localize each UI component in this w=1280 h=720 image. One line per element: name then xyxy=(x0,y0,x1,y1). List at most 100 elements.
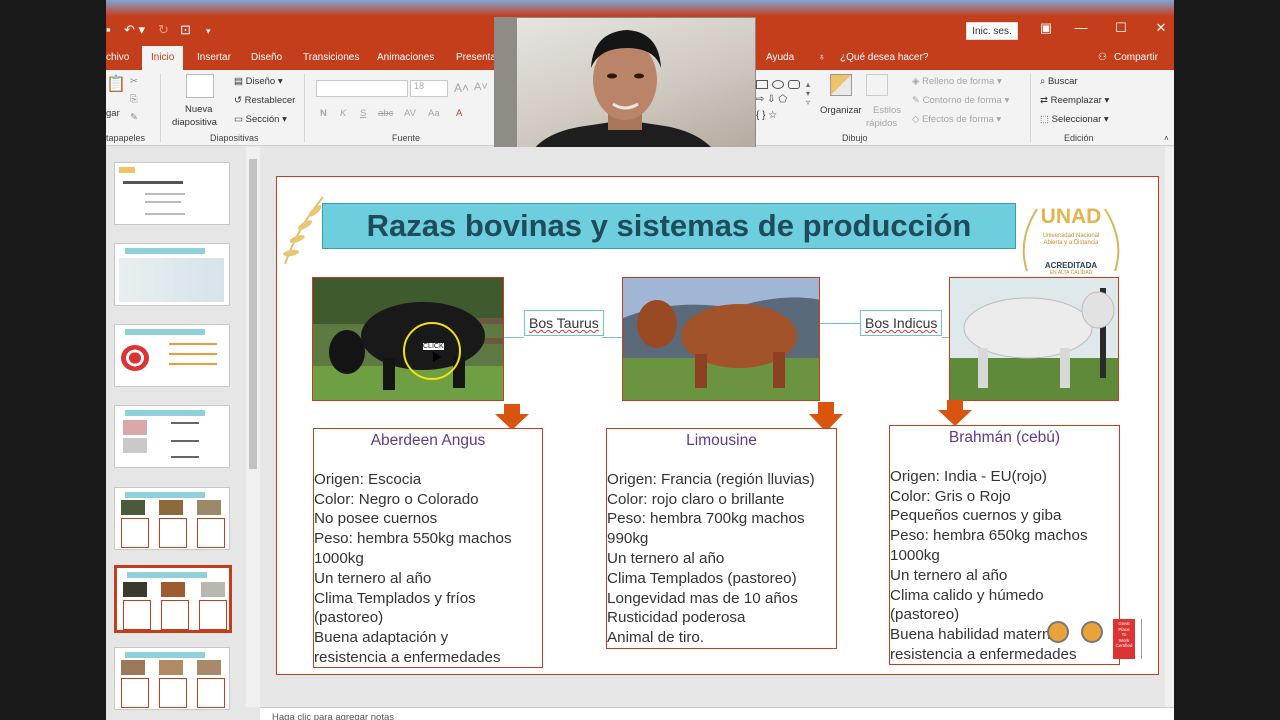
scrollbar-thumb[interactable] xyxy=(249,159,257,469)
thumbnail-title-bar xyxy=(125,329,205,335)
tab-insert[interactable]: Insertar xyxy=(197,46,231,70)
card-line: 1000kg xyxy=(890,546,940,564)
slide-thumbnail[interactable] xyxy=(114,243,230,306)
find-button[interactable]: ⌕ Buscar xyxy=(1040,76,1078,87)
tab-slideshow[interactable]: Presenta xyxy=(456,46,496,70)
undo-icon[interactable]: ↶ ▾ xyxy=(124,22,145,38)
slide-scrollbar[interactable] xyxy=(1165,147,1174,707)
arrange-button[interactable]: Organizar xyxy=(820,105,862,116)
thumbnail-line xyxy=(145,193,185,195)
photo-limousine[interactable] xyxy=(622,277,820,401)
label-bos-indicus-text: Bos Indicus xyxy=(865,315,938,331)
gptw-text: Certified xyxy=(1115,643,1133,649)
new-slide-icon[interactable] xyxy=(186,74,214,98)
minimize-icon[interactable]: — xyxy=(1066,20,1096,35)
shapes-more-icon[interactable]: ▴ ▾ ▿ xyxy=(806,80,810,107)
arrow-shapes-icon[interactable]: ⇨ ⇩ ⬠ xyxy=(756,94,787,105)
tell-me-input[interactable]: ¿Qué desea hacer? xyxy=(840,46,928,70)
reset-button[interactable]: ↺ Restablecer xyxy=(234,95,295,106)
layout-button[interactable]: ▤ Diseño ▾ xyxy=(234,76,283,87)
strikethrough-button[interactable]: abc xyxy=(378,108,393,119)
present-icon[interactable]: ⊡ xyxy=(180,22,191,38)
separator xyxy=(160,74,161,142)
card-line: Clima Templados (pastoreo) xyxy=(607,569,797,587)
shape-effects-button[interactable]: ◇ Efectos de forma ▾ xyxy=(912,114,1001,125)
card-line: (pastoreo) xyxy=(314,609,384,627)
slide-thumbnail[interactable] xyxy=(114,405,230,468)
signin-button[interactable]: Inic. ses. xyxy=(966,22,1018,40)
slide-thumbnail[interactable] xyxy=(114,487,230,550)
section-button[interactable]: ▭ Sección ▾ xyxy=(234,114,287,125)
tab-design[interactable]: Diseño xyxy=(251,46,282,70)
card-line: Peso: hembra 550kg machos xyxy=(314,530,512,548)
arrange-icon[interactable] xyxy=(830,74,852,96)
shape-fill-button[interactable]: ◈ Relleno de forma ▾ xyxy=(912,76,1002,87)
cut-icon[interactable]: ✂ xyxy=(130,76,138,87)
thumbnail-target-icon xyxy=(121,345,149,371)
slide-thumbnail[interactable] xyxy=(114,647,230,710)
close-icon[interactable]: ✕ xyxy=(1146,20,1174,36)
card-aberdeen-angus[interactable]: Aberdeen Angus Origen: Escocia Color: Ne… xyxy=(313,428,543,668)
rectangle-shape-icon[interactable] xyxy=(756,80,768,89)
thumbnail-title-line xyxy=(123,181,183,184)
separator xyxy=(1030,74,1031,142)
down-arrow-icon xyxy=(938,400,972,426)
bold-button[interactable]: N xyxy=(320,108,327,119)
select-button[interactable]: ⬚ Seleccionar ▾ xyxy=(1040,114,1109,125)
badge-divider xyxy=(1141,619,1151,659)
save-icon[interactable]: ▪ xyxy=(106,22,111,37)
notes-pane[interactable]: Haga clic para agregar notas xyxy=(260,707,1174,720)
shape-outline-button[interactable]: ✎ Contorno de forma ▾ xyxy=(912,95,1009,106)
tab-transitions[interactable]: Transiciones xyxy=(303,46,359,70)
new-slide-label[interactable]: Nueva xyxy=(185,104,212,115)
copy-icon[interactable]: ⎘ xyxy=(130,94,138,105)
tab-animations[interactable]: Animaciones xyxy=(377,46,434,70)
thumbnail-line xyxy=(171,422,199,424)
redo-icon[interactable]: ↻ xyxy=(158,22,169,38)
ribbon-display-icon[interactable]: ▣ xyxy=(1031,20,1061,36)
slide: Razas bovinas y sistemas de producción U… xyxy=(276,176,1159,675)
share-icon[interactable]: ⚇ xyxy=(1098,46,1107,70)
font-size-combo[interactable]: 18 xyxy=(410,80,448,97)
card-limousine[interactable]: Limousine Origen: Francia (región lluvia… xyxy=(606,428,837,649)
slide-thumbnail-selected[interactable] xyxy=(114,565,232,633)
photo-brahman[interactable] xyxy=(949,277,1119,401)
underline-button[interactable]: S xyxy=(360,108,366,119)
change-case-button[interactable]: Aa xyxy=(428,108,440,119)
maximize-icon[interactable]: ☐ xyxy=(1106,20,1136,36)
slide-thumbnail[interactable] xyxy=(114,324,230,387)
lightbulb-icon[interactable]: ♁ xyxy=(818,46,826,70)
share-button[interactable]: Compartir xyxy=(1114,46,1158,70)
font-color-icon[interactable]: A xyxy=(456,108,462,119)
slide-title[interactable]: Razas bovinas y sistemas de producción xyxy=(322,203,1016,249)
card-line: Un ternero al año xyxy=(314,569,432,587)
tab-file[interactable]: chivo xyxy=(106,46,129,70)
collapse-ribbon-icon[interactable]: ˄ xyxy=(1164,134,1169,143)
slide-thumbnail[interactable] xyxy=(114,162,230,225)
char-spacing-button[interactable]: AV xyxy=(404,108,416,119)
grow-font-icon[interactable]: A˄ xyxy=(454,81,469,95)
tab-home[interactable]: Inicio xyxy=(142,46,184,70)
new-slide-label2[interactable]: diapositiva xyxy=(172,117,217,128)
replace-button[interactable]: ⇄ Reemplazar ▾ xyxy=(1040,95,1109,106)
rounded-rect-shape-icon[interactable] xyxy=(788,80,800,89)
card-line: Clima Templados y fríos xyxy=(314,589,476,607)
label-bos-taurus[interactable]: Bos Taurus xyxy=(524,310,604,336)
brace-shapes-icon[interactable]: { } ☆ xyxy=(756,110,777,121)
oval-shape-icon[interactable] xyxy=(772,80,784,89)
label-bos-indicus[interactable]: Bos Indicus xyxy=(860,310,943,336)
paste-icon[interactable]: 📋 xyxy=(106,74,126,94)
font-family-combo[interactable] xyxy=(316,80,408,97)
thumbnail-scrollbar[interactable] xyxy=(246,147,260,707)
quick-styles-label2[interactable]: rápidos xyxy=(866,118,897,129)
italic-button[interactable]: K xyxy=(340,108,346,119)
tab-help[interactable]: Ayuda xyxy=(766,46,794,70)
customize-qat-icon[interactable]: ▾ xyxy=(206,26,211,37)
quick-styles-label[interactable]: Estilos xyxy=(873,105,901,116)
thumbnail-title-bar xyxy=(125,410,205,416)
quick-styles-icon[interactable] xyxy=(866,74,888,96)
thumbnail-box xyxy=(123,600,151,630)
paste-label[interactable]: gar xyxy=(106,108,120,119)
shrink-font-icon[interactable]: A˅ xyxy=(474,81,488,93)
format-painter-icon[interactable]: ✎ xyxy=(130,112,138,123)
